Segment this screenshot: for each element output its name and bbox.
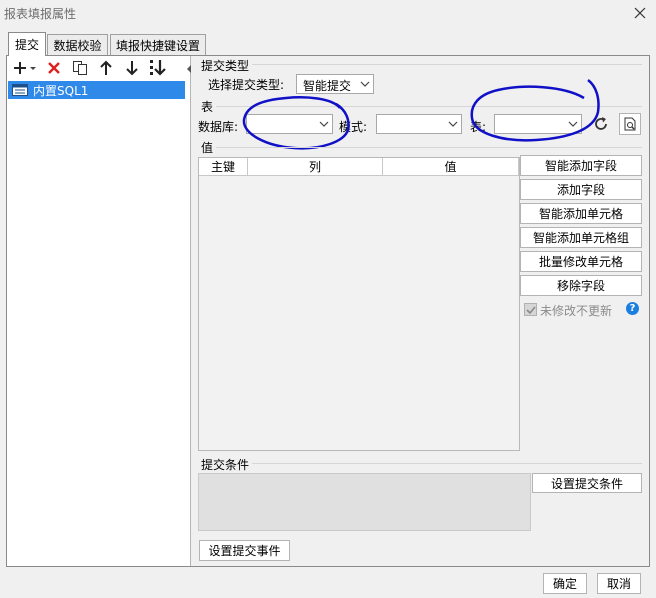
values-section-label: 值 <box>201 141 214 155</box>
no-update-checkbox[interactable] <box>524 303 537 316</box>
tab-shortcut-settings[interactable]: 填报快捷键设置 <box>110 34 206 56</box>
ok-button[interactable]: 确定 <box>543 573 587 594</box>
chevron-left-icon <box>187 65 191 73</box>
tab-label: 提交 <box>14 38 39 52</box>
section-divider <box>252 64 642 65</box>
batch-modify-cells-button[interactable]: 批量修改单元格 <box>520 251 642 272</box>
close-button[interactable] <box>630 3 650 23</box>
move-to-bottom-icon <box>150 60 166 76</box>
table-section-label: 表 <box>201 100 214 114</box>
tab-submit[interactable]: 提交 <box>8 32 46 56</box>
preview-icon <box>624 117 636 131</box>
annotation-circle-table <box>470 79 600 142</box>
plus-icon <box>14 62 36 74</box>
help-icon[interactable]: ? <box>626 302 639 315</box>
move-bottom-button[interactable] <box>148 58 168 78</box>
delete-icon <box>48 62 60 74</box>
add-field-button[interactable]: 添加字段 <box>520 179 642 200</box>
column-header-primary-key[interactable]: 主键 <box>199 158 248 176</box>
tree-item-sql1[interactable]: 内置SQL1 <box>8 81 185 99</box>
submit-type-section-label: 提交类型 <box>201 59 250 73</box>
move-down-button[interactable] <box>122 58 142 78</box>
smart-add-cell-group-button[interactable]: 智能添加单元格组 <box>520 227 642 248</box>
preview-button[interactable] <box>619 113 641 135</box>
copy-button[interactable] <box>70 58 90 78</box>
sql-list-panel <box>7 56 191 566</box>
cancel-button[interactable]: 取消 <box>597 573 641 594</box>
remove-field-button[interactable]: 移除字段 <box>520 275 642 296</box>
annotation-circle-database <box>242 96 350 150</box>
add-button[interactable] <box>12 58 38 78</box>
no-update-label: 未修改不更新 <box>540 304 613 318</box>
column-header-value[interactable]: 值 <box>383 158 519 176</box>
smart-add-cell-button[interactable]: 智能添加单元格 <box>520 203 642 224</box>
copy-icon <box>73 61 87 75</box>
window-title: 报表填报属性 <box>4 7 77 21</box>
section-divider <box>216 147 642 148</box>
check-icon <box>525 305 536 314</box>
conditions-area[interactable] <box>198 473 531 531</box>
schema-select[interactable] <box>376 114 462 134</box>
values-table[interactable]: 主键 列 值 <box>198 157 520 451</box>
tab-label: 数据校验 <box>53 39 102 53</box>
tab-data-validation[interactable]: 数据校验 <box>47 34 108 56</box>
sql-table-icon <box>12 84 28 96</box>
set-submit-event-button[interactable]: 设置提交事件 <box>199 540 290 561</box>
collapse-button[interactable] <box>186 62 192 76</box>
column-header-column[interactable]: 列 <box>248 158 383 176</box>
delete-button[interactable] <box>44 58 64 78</box>
chevron-down-icon <box>448 121 458 127</box>
database-label: 数据库: <box>198 120 239 134</box>
section-divider <box>252 463 642 464</box>
chevron-down-icon <box>360 81 370 87</box>
close-icon <box>634 7 646 19</box>
set-conditions-button[interactable]: 设置提交条件 <box>532 473 642 493</box>
smart-add-field-button[interactable]: 智能添加字段 <box>520 155 642 176</box>
move-up-button[interactable] <box>96 58 116 78</box>
tab-label: 填报快捷键设置 <box>115 39 200 53</box>
left-toolbar <box>12 58 168 78</box>
arrow-up-icon <box>100 60 112 75</box>
arrow-down-icon <box>126 61 138 76</box>
tree-item-label: 内置SQL1 <box>33 83 89 98</box>
conditions-section-label: 提交条件 <box>201 458 250 472</box>
